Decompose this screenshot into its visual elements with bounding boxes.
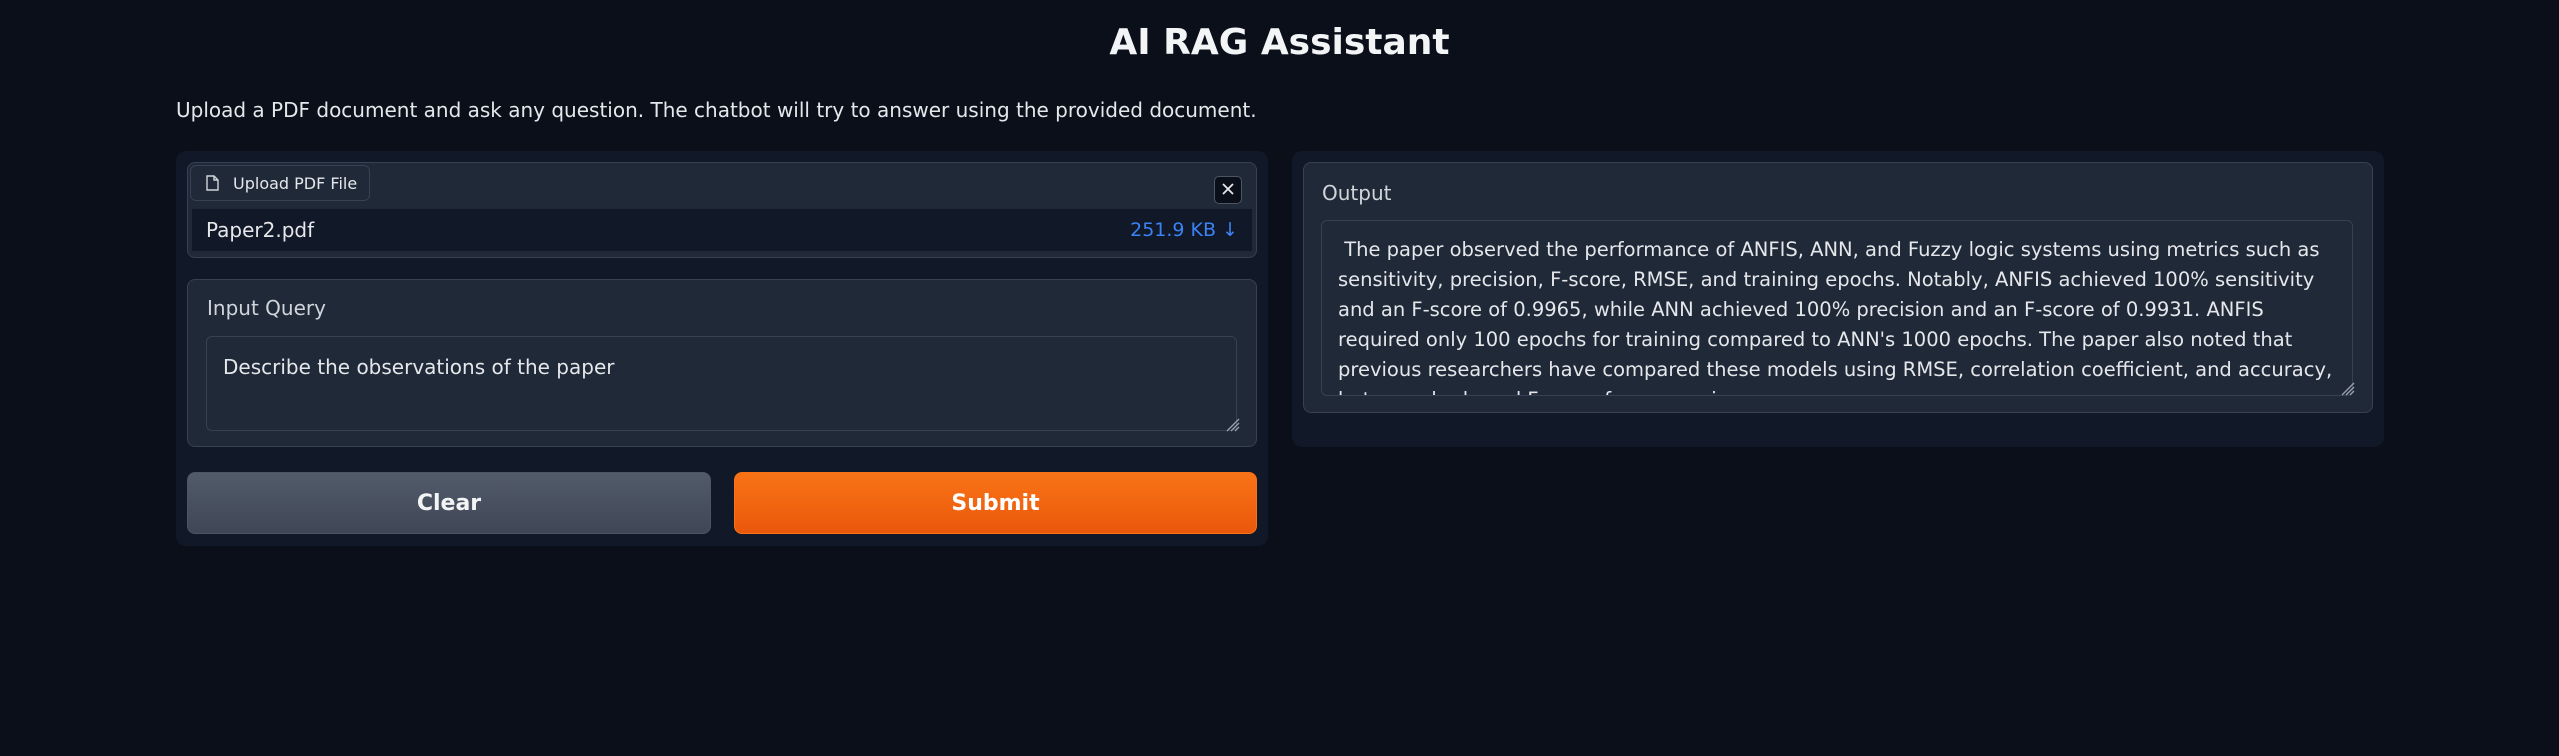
upload-pdf-label[interactable]: Upload PDF File bbox=[190, 165, 371, 201]
input-panel: Upload PDF File Paper2.pdf 251.9 KB ↓ In… bbox=[176, 151, 1268, 546]
page-title: AI RAG Assistant bbox=[1109, 22, 1450, 63]
file-icon bbox=[205, 175, 219, 191]
output-panel: Output The paper observed the performanc… bbox=[1292, 151, 2384, 447]
file-upload-block: Upload PDF File Paper2.pdf 251.9 KB ↓ bbox=[187, 162, 1257, 258]
clear-file-button[interactable] bbox=[1214, 176, 1242, 204]
output-label: Output bbox=[1322, 181, 1392, 205]
close-icon bbox=[1221, 181, 1235, 200]
page-description: Upload a PDF document and ask any questi… bbox=[176, 98, 1257, 122]
uploaded-file-name: Paper2.pdf bbox=[206, 218, 315, 242]
app-page: AI RAG Assistant Upload a PDF document a… bbox=[0, 0, 2559, 756]
upload-pdf-label-text: Upload PDF File bbox=[233, 173, 358, 193]
input-query-field[interactable]: Describe the observations of the paper bbox=[206, 336, 1237, 431]
resize-handle-icon[interactable] bbox=[2337, 378, 2355, 396]
output-block: Output The paper observed the performanc… bbox=[1303, 162, 2373, 413]
submit-button[interactable]: Submit bbox=[734, 472, 1257, 534]
resize-handle-icon[interactable] bbox=[1222, 414, 1240, 432]
clear-button[interactable]: Clear bbox=[187, 472, 711, 534]
uploaded-file-row: Paper2.pdf 251.9 KB ↓ bbox=[192, 209, 1252, 251]
output-textarea[interactable]: The paper observed the performance of AN… bbox=[1321, 220, 2353, 396]
input-query-block: Input Query Describe the observations of… bbox=[187, 279, 1257, 447]
input-query-label: Input Query bbox=[207, 296, 326, 320]
file-download-link[interactable]: 251.9 KB ↓ bbox=[1130, 219, 1238, 241]
